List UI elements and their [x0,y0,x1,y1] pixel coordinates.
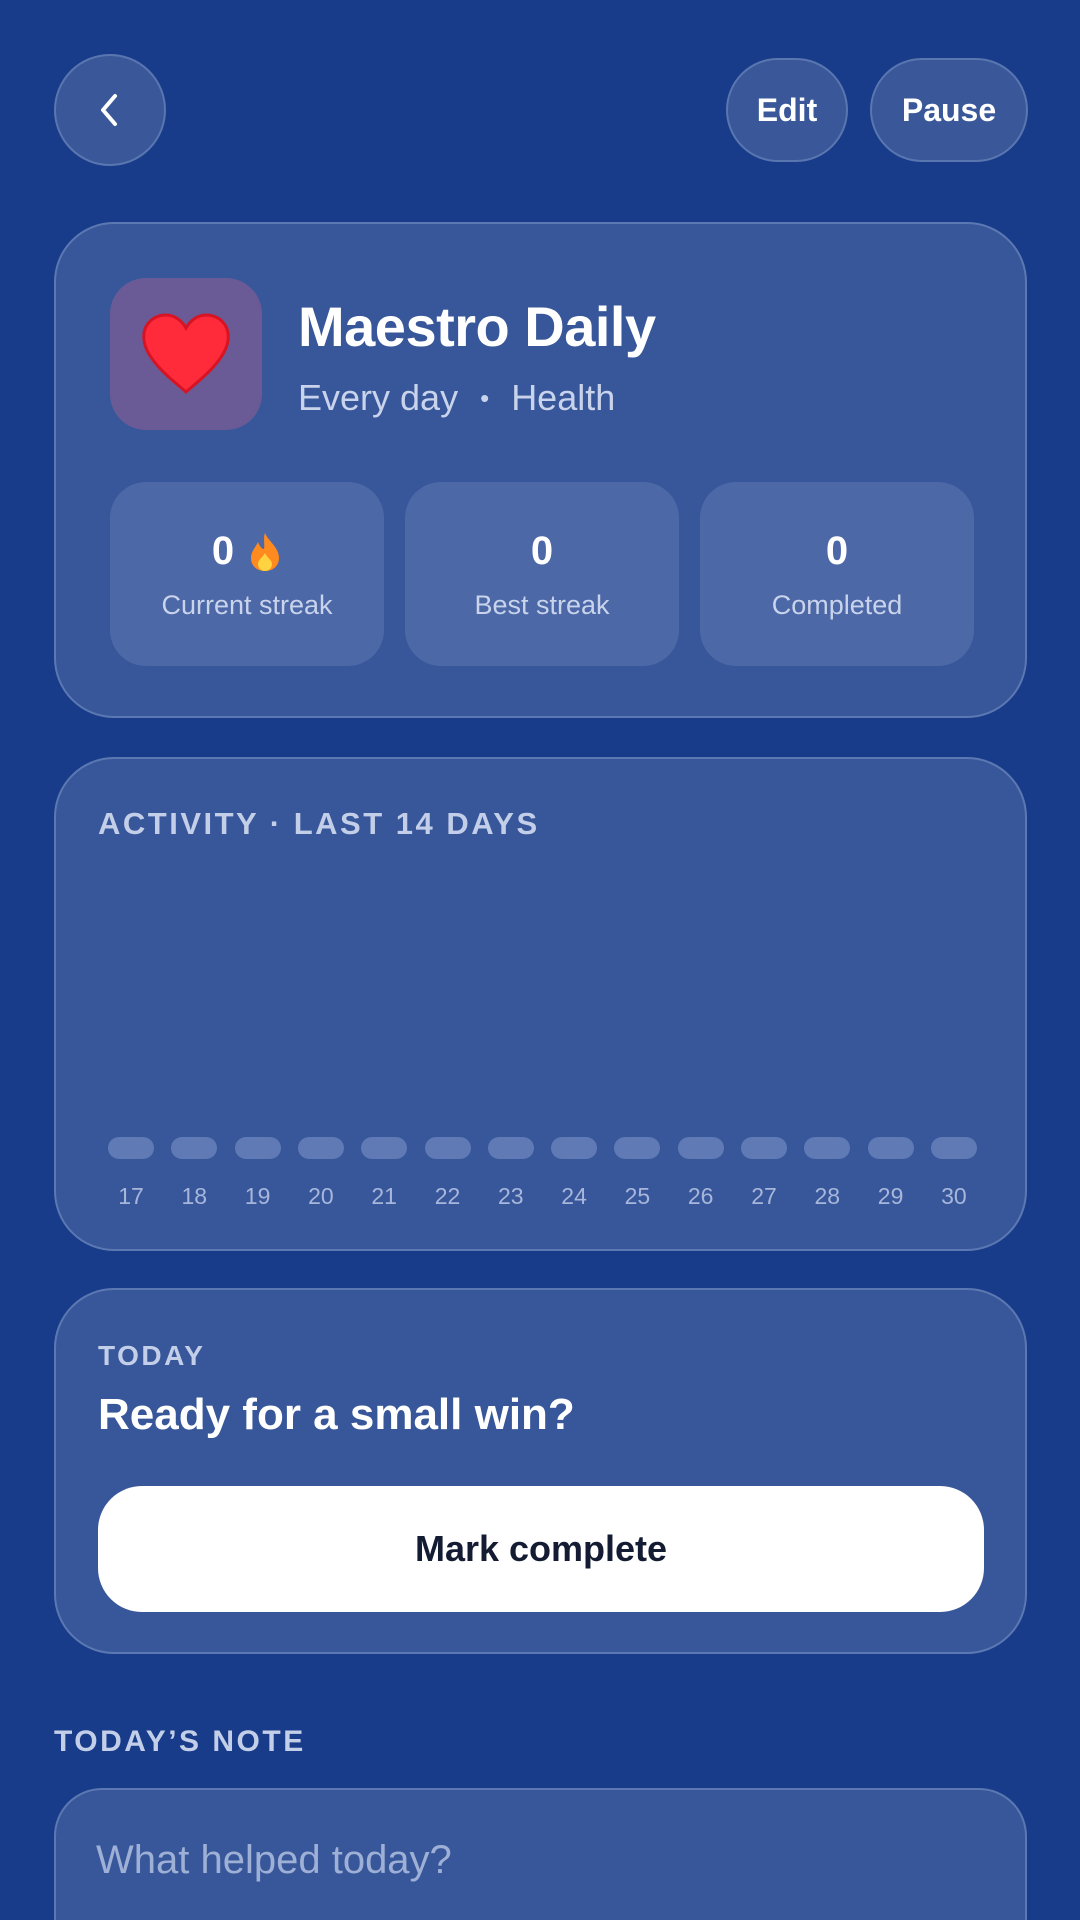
activity-card: ACTIVITY · LAST 14 DAYS 17 18 19 20 21 22 23 24… [54,757,1027,1251]
activity-day-label: 27 [751,1183,777,1209]
activity-day-bar [171,1137,218,1159]
back-button[interactable] [54,54,166,166]
activity-day-bars: 17 18 19 20 21 22 23 24 25 26 27 28 29 30 [108,1137,978,1217]
activity-day-label: 17 [118,1183,144,1209]
activity-day-label: 24 [561,1183,587,1209]
activity-day-label: 18 [181,1183,208,1209]
activity-day-bar [804,1137,851,1159]
activity-day-label: 22 [434,1183,461,1209]
stat-value: 0 [530,529,554,573]
today-section-label: TODAY [98,1340,206,1371]
activity-day-bar [614,1137,661,1159]
mark-complete-button[interactable]: Mark complete [98,1486,984,1612]
habit-title: Maestro Daily [298,295,656,358]
flame-icon [248,531,282,573]
activity-day-label: 20 [308,1183,334,1209]
activity-day-label: 21 [371,1183,397,1209]
habit-category: Health [511,377,616,418]
habit-frequency: Every day [298,377,459,418]
activity-day-label: 26 [687,1183,714,1209]
activity-day-bar [108,1137,154,1159]
chevron-left-icon [101,94,117,126]
edit-button[interactable]: Edit [726,58,848,162]
pause-button[interactable]: Pause [870,58,1028,162]
activity-section-label: ACTIVITY · LAST 14 DAYS [98,806,540,841]
activity-day-bar [677,1137,724,1159]
stat-best-streak: 0 Best streak [405,482,679,666]
stat-completed: 0 Completed [700,482,974,666]
activity-day-bar [551,1137,598,1159]
activity-day-bar [234,1137,281,1159]
note-input[interactable] [96,1830,976,1890]
activity-day-bar [741,1137,787,1159]
stat-label: Completed [771,589,903,620]
activity-day-bar [867,1137,914,1159]
activity-day-bar [487,1137,534,1159]
activity-day-bar [361,1137,408,1159]
note-section-label: TODAY’S NOTE [54,1725,306,1758]
activity-day-label: 19 [244,1183,271,1209]
habit-summary-card: Maestro Daily Every day • Health 0 Curre… [54,222,1027,718]
stat-current-streak: 0 Current streak [110,482,384,666]
activity-day-label: 29 [877,1183,904,1209]
today-prompt: Ready for a small win? [98,1390,575,1439]
stat-value: 0 [825,529,849,573]
stat-value: 0 [211,529,235,573]
activity-day-bar [424,1137,471,1159]
meta-separator: • [480,382,490,413]
activity-day-bar [930,1137,977,1159]
stat-label: Current streak [161,589,333,620]
activity-day-label: 30 [941,1183,967,1209]
activity-day-label: 25 [624,1183,651,1209]
activity-day-bar [297,1137,344,1159]
habit-icon-tile [110,278,262,430]
note-card [54,1788,1027,1920]
habit-detail-screen: Edit Pause Maestro Daily Every day • Hea… [0,0,1080,1920]
activity-day-label: 28 [814,1183,841,1209]
stat-label: Best streak [474,589,610,620]
activity-day-label: 23 [498,1183,524,1209]
today-card: TODAY Ready for a small win? Mark comple… [54,1288,1027,1654]
heart-icon [142,313,230,395]
habit-meta: Every day • Health [298,377,615,419]
